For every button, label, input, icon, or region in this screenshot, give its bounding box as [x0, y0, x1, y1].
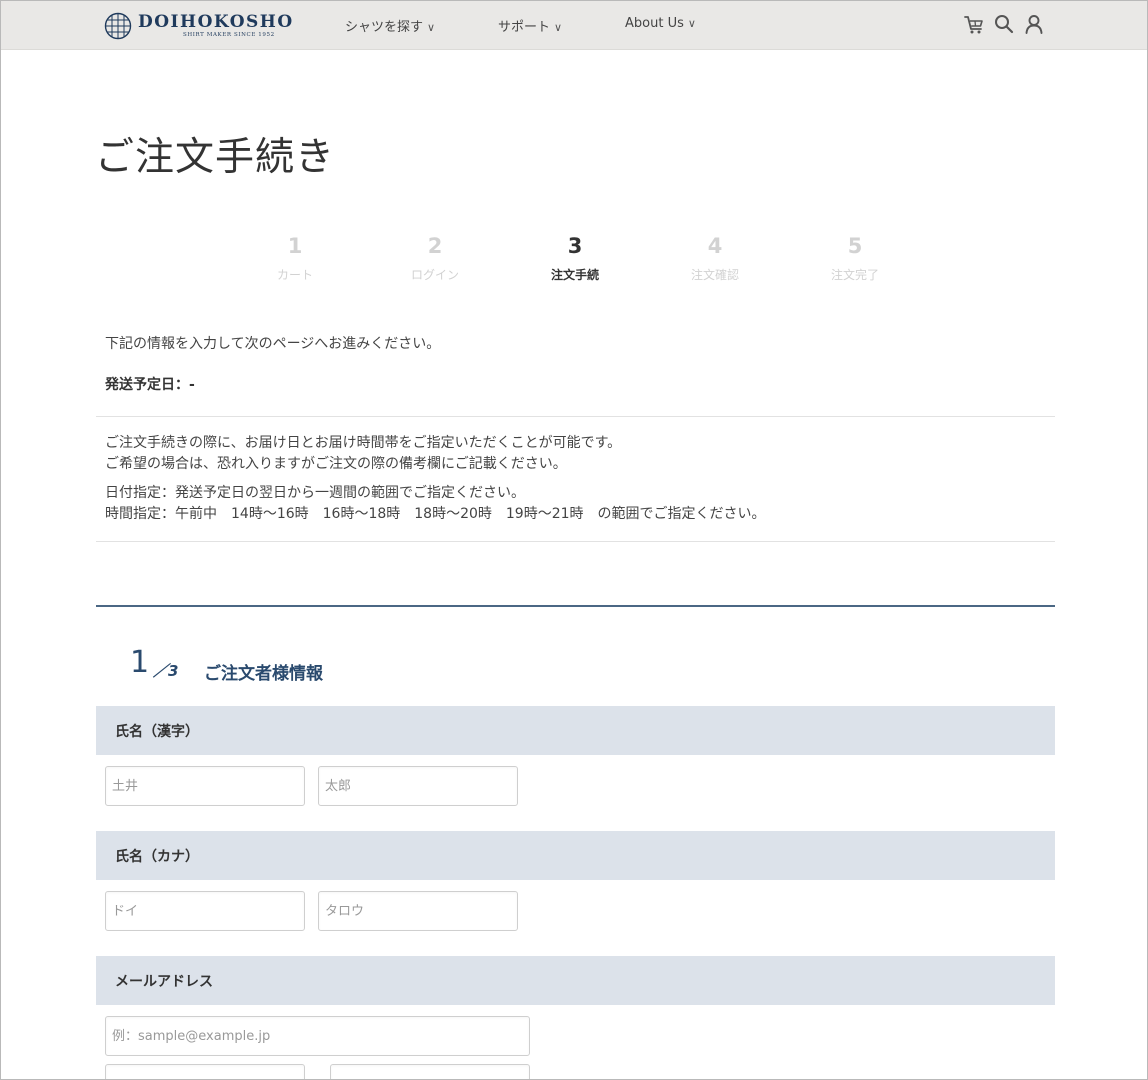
step-login: 2 ログイン [395, 234, 475, 283]
step-order-confirm: 4 注文確認 [675, 234, 755, 283]
section-title: ご注文者様情報 [204, 664, 323, 684]
step-label: ログイン [410, 268, 459, 282]
globe-logo-icon [104, 12, 132, 40]
email-domain-input[interactable] [330, 1064, 530, 1080]
chevron-down-icon: ∨ [687, 17, 696, 30]
last-name-kanji-input[interactable] [105, 766, 305, 806]
email-local-input[interactable] [105, 1064, 305, 1080]
step-order-procedure: 3 注文手続 [535, 234, 615, 283]
step-cart: 1 カート [255, 234, 335, 283]
divider [96, 541, 1055, 542]
step-label: 注文確認 [690, 268, 739, 282]
notice-line-4: 時間指定：午前中 14時〜16時 16時〜18時 18時〜20時 19時〜21時… [105, 506, 766, 522]
first-name-kanji-input[interactable] [318, 766, 518, 806]
notice-line-3: 日付指定：発送予定日の翌日から一週間の範囲でご指定ください。 [105, 485, 525, 501]
nav-support-label: サポート [498, 20, 551, 35]
email-label: メールアドレス [115, 974, 213, 990]
name-kana-label: 氏名（カナ） [115, 849, 199, 865]
chevron-down-icon: ∨ [427, 21, 436, 34]
nav-find-shirts-label: シャツを探す [345, 20, 424, 35]
brand-tagline: SHIRT MAKER SINCE 1952 [182, 32, 275, 38]
ship-date: 発送予定日：- [105, 377, 195, 393]
step-number: 5 [847, 234, 863, 258]
step-number: 4 [707, 234, 723, 258]
nav-about-us-label: About Us [625, 16, 684, 31]
divider [96, 416, 1055, 417]
site-header: DOIHOKOSHO SHIRT MAKER SINCE 1952 シャツを探す… [0, 0, 1148, 50]
field-label-band: メールアドレス [96, 956, 1055, 1005]
nav-find-shirts[interactable]: シャツを探す ∨ [345, 16, 435, 35]
section-step-total: ／3 [153, 662, 179, 680]
brand-logo[interactable]: DOIHOKOSHO SHIRT MAKER SINCE 1952 [104, 10, 294, 42]
chevron-down-icon: ∨ [554, 21, 563, 34]
step-label: 注文完了 [830, 268, 879, 282]
brand-name: DOIHOKOSHO [138, 12, 294, 32]
first-name-kana-input[interactable] [318, 891, 518, 931]
user-icon[interactable] [1022, 12, 1046, 36]
step-label: 注文手続 [550, 268, 599, 282]
name-kanji-label: 氏名（漢字） [115, 724, 199, 740]
page-title: ご注文手続き [95, 135, 336, 180]
section-step-number: 1 [130, 645, 150, 680]
notice-line-1: ご注文手続きの際に、お届け日とお届け時間帯をご指定いただくことが可能です。 [105, 435, 622, 451]
field-label-band: 氏名（漢字） [96, 706, 1055, 755]
section-divider [96, 605, 1055, 607]
step-label: カート [276, 268, 313, 282]
nav-about-us[interactable]: About Us ∨ [625, 16, 696, 31]
step-order-complete: 5 注文完了 [815, 234, 895, 283]
nav-support[interactable]: サポート ∨ [498, 16, 562, 35]
field-label-band: 氏名（カナ） [96, 831, 1055, 880]
step-number: 1 [287, 234, 303, 258]
cart-icon[interactable] [962, 12, 986, 36]
intro-text: 下記の情報を入力して次のページへお進みください。 [105, 336, 441, 352]
last-name-kana-input[interactable] [105, 891, 305, 931]
notice-line-2: ご希望の場合は、恐れ入りますがご注文の際の備考欄にご記載ください。 [105, 456, 567, 472]
step-number: 3 [567, 234, 583, 258]
search-icon[interactable] [992, 12, 1016, 36]
email-input[interactable] [105, 1016, 530, 1056]
step-number: 2 [427, 234, 443, 258]
